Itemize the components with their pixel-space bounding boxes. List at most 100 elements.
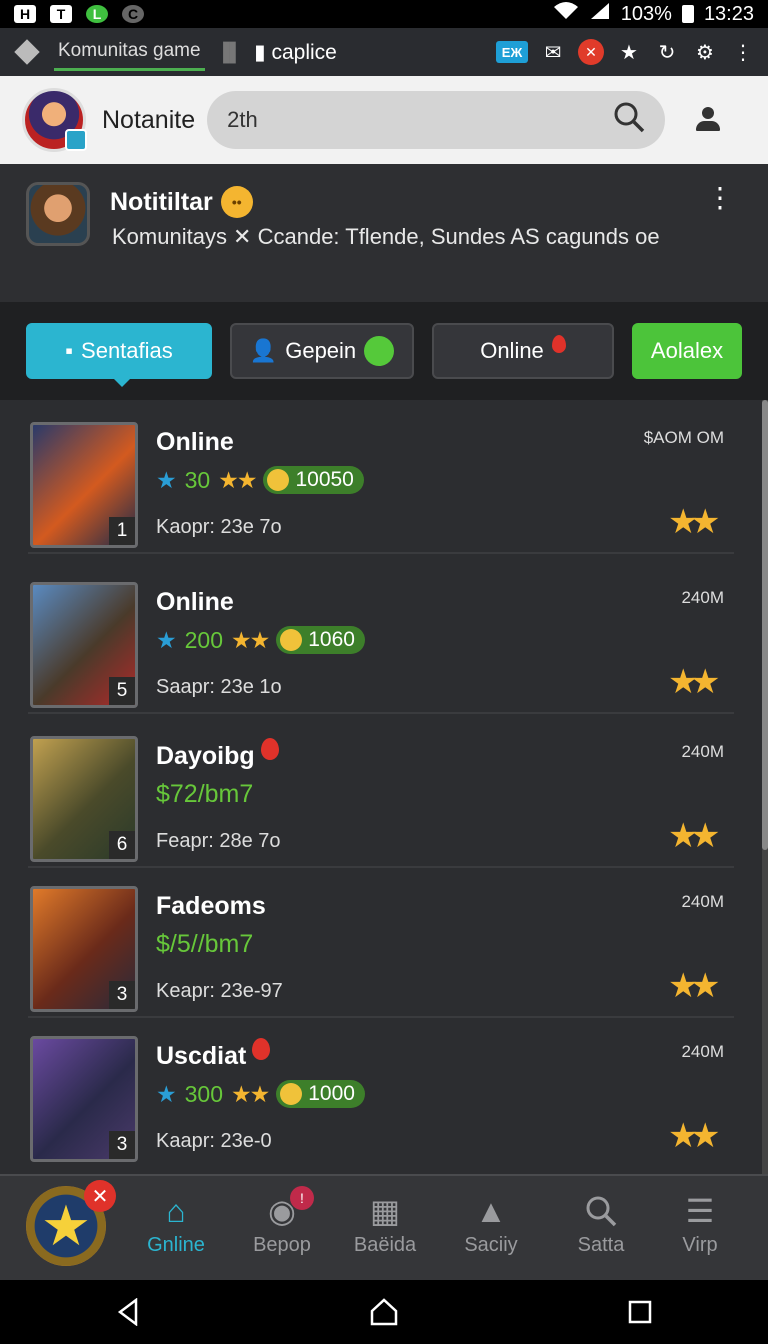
search-icon[interactable]: [613, 101, 645, 139]
game-title: Fadeoms: [156, 892, 266, 921]
favorite-stars-icon[interactable]: ★ ★: [668, 663, 722, 701]
search-icon: [584, 1194, 618, 1228]
favorite-stars-icon[interactable]: ★ ★: [668, 503, 722, 541]
search-input[interactable]: 2th: [207, 91, 666, 149]
browser-toolbar: Komunitas game ▐▌ ▮ caplice EЖ ✉ ✕ ★ ↻ ⚙…: [0, 28, 768, 76]
user-small-icon: 👤: [249, 338, 278, 363]
list-item[interactable]: 1 Online ★ 30 ★★ 10050 Kaopr: 23e 7o $AO…: [28, 400, 734, 554]
filter-tabs: ▪ Sentafias 👤 Gepein Online Aolalex: [0, 302, 768, 400]
notification-card[interactable]: Notitiltar •• Komunitays ✕ Ccande: Tflen…: [0, 164, 768, 302]
extension-icon[interactable]: EЖ: [496, 41, 528, 63]
coin-badge: 1060: [276, 626, 365, 654]
game-title-text: Uscdiat: [156, 1042, 247, 1070]
blue-star-icon: ★: [156, 466, 177, 493]
favorite-stars-icon[interactable]: ★ ★: [668, 1117, 722, 1155]
nav-item-baeida[interactable]: ▦ Baëida: [335, 1194, 435, 1257]
game-thumbnail: 3: [30, 1036, 138, 1162]
game-meta: Kaopr: 23e 7o: [156, 516, 282, 538]
game-title-text: Fadeoms: [156, 892, 266, 920]
game-title-text: Online: [156, 428, 234, 456]
nav-item-gnline[interactable]: ⌂ Gnline: [126, 1194, 226, 1257]
game-meta: Feapr: 28e 7o: [156, 830, 281, 852]
game-size: 240M: [681, 588, 724, 607]
smiley-icon: ••: [220, 186, 253, 218]
pin-icon: [252, 1037, 271, 1060]
game-thumbnail: 5: [30, 582, 138, 708]
home-button-icon[interactable]: [364, 1292, 404, 1332]
mail-icon[interactable]: ✉: [540, 39, 566, 65]
nav-item-bepop[interactable]: ◉ ! Bepop: [232, 1186, 332, 1257]
nav-label: Baëida: [353, 1234, 417, 1256]
rank-badge: 6: [109, 831, 135, 859]
status-green-icon: [364, 336, 395, 366]
refresh-icon[interactable]: ↻: [654, 39, 680, 65]
coin-count: 1060: [308, 628, 355, 651]
notification-name: Notitiltar: [110, 187, 213, 216]
nav-item-virp[interactable]: ☰ Virp: [650, 1194, 750, 1257]
back-icon[interactable]: [108, 1292, 148, 1332]
wifi-icon: [553, 1, 579, 27]
nav-item-satta[interactable]: Satta: [551, 1194, 651, 1257]
game-meta: Saapr: 23e 1o: [156, 676, 282, 698]
blocks-icon: ▦: [369, 1193, 401, 1229]
tab-online[interactable]: Online: [432, 323, 614, 379]
nav-label: Gnline: [147, 1234, 205, 1256]
search-query: 2th: [227, 107, 258, 132]
avatar-badge-icon: [65, 129, 87, 151]
profile-icon[interactable]: ✕: [578, 39, 604, 65]
settings-icon[interactable]: ⚙: [692, 39, 718, 65]
tab-label: Gepein: [285, 338, 357, 363]
pin-icon: [551, 335, 566, 353]
tab-aolalex[interactable]: Aolalex: [632, 323, 742, 379]
page-title: Notanite: [102, 105, 196, 134]
tab-sentafias[interactable]: ▪ Sentafias: [26, 323, 212, 387]
game-size: 240M: [681, 1042, 724, 1061]
tab-label: Sentafias: [81, 338, 173, 363]
scrollbar-thumb[interactable]: [762, 400, 768, 850]
nav-item-saciiy[interactable]: ▲ Saciiy: [441, 1194, 541, 1257]
gold-stars-icon: ★★: [231, 1080, 270, 1107]
star-icon[interactable]: ★: [616, 39, 642, 65]
scrollbar[interactable]: [762, 400, 768, 1174]
pin-icon: [260, 737, 279, 760]
coin-count: 1000: [308, 1082, 355, 1105]
game-list: 1 Online ★ 30 ★★ 10050 Kaopr: 23e 7o $AO…: [0, 400, 768, 1174]
favorite-stars-icon[interactable]: ★ ★: [668, 817, 722, 855]
game-title-text: Online: [156, 588, 234, 616]
game-size: 240M: [681, 742, 724, 761]
game-stats: ★ 30 ★★ 10050: [156, 466, 364, 494]
battery-level: 103%: [620, 2, 672, 25]
list-item[interactable]: 3 Fadeoms $/5//bm7 Keapr: 23e-97 240M ★ ★: [28, 864, 734, 1018]
recents-icon[interactable]: [620, 1292, 660, 1332]
game-thumbnail: 6: [30, 736, 138, 862]
favorite-stars-icon[interactable]: ★ ★: [668, 967, 722, 1005]
game-meta: Keapr: 23e-97: [156, 980, 283, 1002]
game-title: Online: [156, 428, 234, 457]
tab-gepein[interactable]: 👤 Gepein: [230, 323, 414, 379]
notification-menu-icon[interactable]: ⋮: [706, 184, 734, 212]
nav-label: Satta: [577, 1234, 625, 1256]
user-icon[interactable]: [693, 105, 723, 135]
game-meta: Kaapr: 23e-0: [156, 1130, 272, 1152]
favorites-star-button[interactable]: ★ ✕: [26, 1180, 116, 1266]
list-item[interactable]: 6 Dayoibg $72/bm7 Feapr: 28e 7o 240M ★ ★: [28, 714, 734, 868]
list-item[interactable]: 5 Online ★ 200 ★★ 1060 Saapr: 23e 1o 240…: [28, 560, 734, 714]
browser-logo-icon[interactable]: [14, 39, 40, 65]
notification-c-icon: C: [122, 5, 144, 23]
signal-icon: [589, 1, 611, 27]
coin-icon: [267, 469, 290, 491]
system-navigation-bar: [0, 1280, 768, 1344]
avatar[interactable]: [22, 88, 87, 152]
coin-icon: [280, 1083, 303, 1105]
bottom-navigation: ★ ✕ ⌂ Gnline ◉ ! Bepop ▦ Baëida ▲ Saciiy …: [0, 1174, 768, 1280]
close-badge-icon[interactable]: ✕: [84, 1180, 116, 1212]
notification-message: Komunitays ✕ Ccande: Tflende, Sundes AS …: [112, 224, 660, 249]
home-icon: ⌂: [166, 1193, 186, 1229]
more-icon[interactable]: ⋮: [730, 39, 756, 65]
clock: 13:23: [703, 2, 754, 25]
tab-favicon-icon[interactable]: ▐▌: [217, 42, 243, 63]
address-bar[interactable]: ▮ caplice: [254, 40, 337, 65]
tab-active[interactable]: Komunitas game: [54, 34, 205, 71]
list-item[interactable]: 3 Uscdiat ★ 300 ★★ 1000 Kaapr: 23e-0 240…: [28, 1014, 734, 1168]
notification-t-icon: T: [50, 5, 72, 23]
